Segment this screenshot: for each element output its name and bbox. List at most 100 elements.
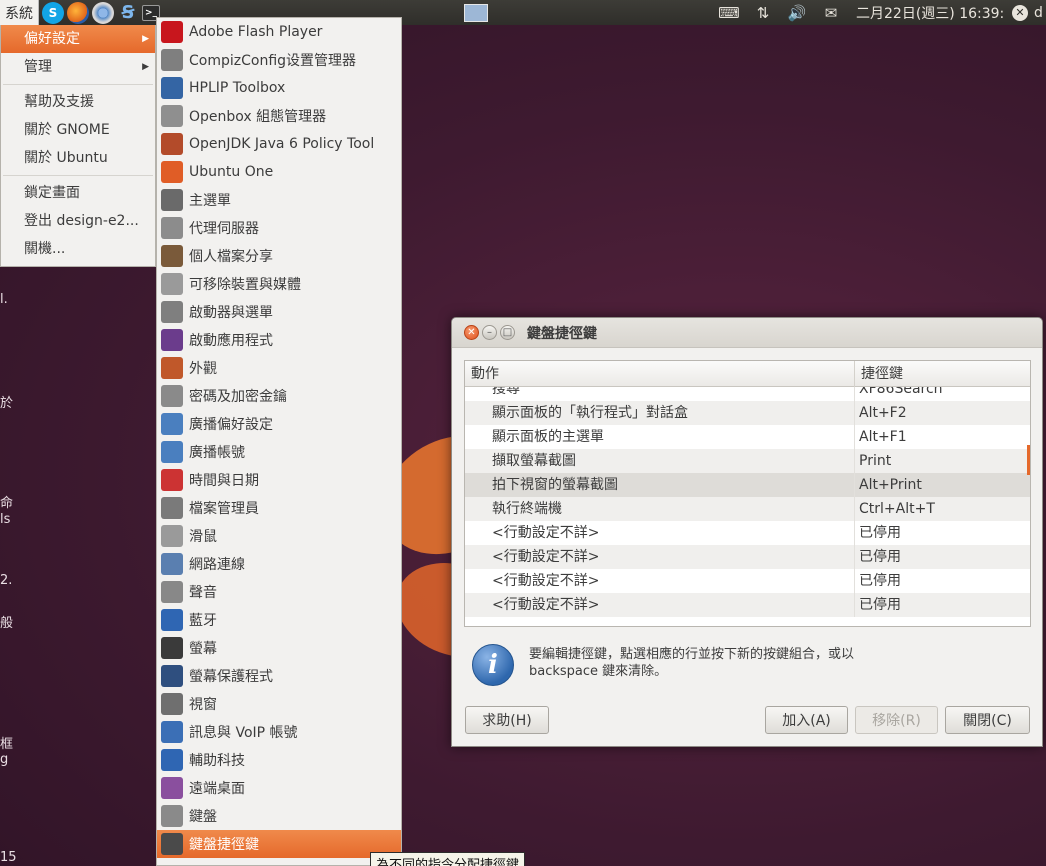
- network-indicator-icon[interactable]: ⇅: [746, 0, 780, 25]
- mail-icon[interactable]: ✉: [814, 0, 848, 25]
- pref-menu-item[interactable]: 遠端桌面: [157, 774, 401, 802]
- table-row[interactable]: 顯示面板的主選單 Alt+F1: [465, 425, 1030, 449]
- menu-item-about-gnome[interactable]: 關於 GNOME: [1, 116, 155, 144]
- pref-menu-item[interactable]: 外觀: [157, 354, 401, 382]
- desktop-text: 於: [0, 396, 14, 411]
- table-body[interactable]: 搜尋 XF86Search 顯示面板的「執行程式」對話盒 Alt+F2 顯示面板的主選單…: [465, 387, 1030, 626]
- workspace-switcher-icon[interactable]: [464, 4, 488, 22]
- column-header-shortcut[interactable]: 捷徑鍵: [855, 361, 1030, 387]
- close-window-icon[interactable]: ✕: [464, 325, 479, 340]
- desktop-text: ls: [0, 512, 11, 527]
- pref-menu-item[interactable]: 廣播偏好設定: [157, 410, 401, 438]
- pref-menu-item-label: 代理伺服器: [189, 221, 259, 237]
- menu-item-about-ubuntu[interactable]: 關於 Ubuntu: [1, 144, 155, 172]
- session-icon: ✕: [1012, 4, 1028, 21]
- pref-menu-item[interactable]: 密碼及加密金鑰: [157, 382, 401, 410]
- table-row[interactable]: <行動設定不詳> 已停用: [465, 545, 1030, 569]
- pref-menu-item[interactable]: 時間與日期: [157, 466, 401, 494]
- add-button[interactable]: 加入(A): [765, 706, 848, 734]
- pref-menu-item[interactable]: 鍵盤捷徑鍵: [157, 830, 401, 858]
- pref-menu-item[interactable]: 視窗: [157, 690, 401, 718]
- pref-menu-item[interactable]: 主選單: [157, 186, 401, 214]
- pref-menu-item[interactable]: 檔案管理員: [157, 494, 401, 522]
- mouse-icon: [161, 525, 183, 547]
- menu-item-lock-screen[interactable]: 鎖定畫面: [1, 179, 155, 207]
- remove-button[interactable]: 移除(R): [855, 706, 938, 734]
- dialog-title: 鍵盤捷徑鍵: [527, 325, 597, 342]
- pref-menu-item[interactable]: 啟動應用程式: [157, 326, 401, 354]
- table-row[interactable]: 擷取螢幕截圖 Print: [465, 449, 1030, 473]
- volume-icon[interactable]: 🔊: [780, 0, 814, 25]
- pref-menu-item[interactable]: 可移除裝置與媒體: [157, 270, 401, 298]
- pref-menu-item[interactable]: 滑鼠: [157, 522, 401, 550]
- keyboard-indicator-icon[interactable]: ⌨: [712, 0, 746, 25]
- table-row[interactable]: <行動設定不詳> 已停用: [465, 569, 1030, 593]
- pref-menu-item[interactable]: 藍牙: [157, 606, 401, 634]
- pref-menu-item[interactable]: Openbox 組態管理器: [157, 102, 401, 130]
- pref-menu-item[interactable]: 螢幕保護程式: [157, 662, 401, 690]
- pref-menu-item[interactable]: 廣播帳號: [157, 438, 401, 466]
- desktop-text: 15: [0, 850, 17, 865]
- pref-menu-item-label: 外觀: [189, 361, 217, 377]
- pref-menu-item-label: 遠端桌面: [189, 781, 245, 797]
- broadcast-prefs-icon: [161, 413, 183, 435]
- menu-separator: [3, 84, 153, 85]
- menu-item-shutdown[interactable]: 關機...: [1, 235, 155, 263]
- pref-menu-item[interactable]: 輔助科技: [157, 746, 401, 774]
- pref-menu-item[interactable]: HPLIP Toolbox: [157, 74, 401, 102]
- pref-menu-item[interactable]: Adobe Flash Player: [157, 18, 401, 46]
- session-indicator[interactable]: ✕ d: [1012, 0, 1043, 25]
- menu-item-preferences[interactable]: 偏好設定 ▶: [1, 25, 155, 53]
- pref-menu-item-label: 鍵盤: [189, 809, 217, 825]
- shortcut-cell: Alt+Print: [859, 477, 922, 493]
- system-menu: 偏好設定 ▶ 管理 ▶ 幫助及支援 關於 GNOME 關於 Ubuntu 鎖定畫…: [0, 25, 156, 267]
- pref-menu-item-label: 主選單: [189, 193, 231, 209]
- menu-item-administration[interactable]: 管理 ▶: [1, 53, 155, 81]
- action-cell: 顯示面板的「執行程式」對話盒: [465, 401, 855, 425]
- appearance-icon: [161, 357, 183, 379]
- pref-menu-item[interactable]: 個人檔案分享: [157, 242, 401, 270]
- pref-menu-item[interactable]: 網路連線: [157, 550, 401, 578]
- info-icon: i: [472, 644, 514, 686]
- maximize-window-icon[interactable]: □: [500, 325, 515, 340]
- pref-menu-item[interactable]: 螢幕: [157, 634, 401, 662]
- menu-item-help[interactable]: 幫助及支援: [1, 88, 155, 116]
- pref-menu-item[interactable]: OpenJDK Java 6 Policy Tool: [157, 130, 401, 158]
- column-header-action[interactable]: 動作: [465, 361, 855, 387]
- pref-menu-item[interactable]: Ubuntu One: [157, 158, 401, 186]
- table-row[interactable]: 執行終端機 Ctrl+Alt+T: [465, 497, 1030, 521]
- shortcut-cell: Alt+F1: [859, 429, 907, 445]
- shortcut-cell: Ctrl+Alt+T: [859, 501, 935, 517]
- pref-menu-item[interactable]: 訊息與 VoIP 帳號: [157, 718, 401, 746]
- shortcut-cell: 已停用: [859, 597, 901, 613]
- table-row[interactable]: <行動設定不詳> 已停用: [465, 593, 1030, 617]
- table-row[interactable]: 搜尋 XF86Search: [465, 387, 1030, 401]
- minimize-window-icon[interactable]: –: [482, 325, 497, 340]
- pref-menu-item[interactable]: 啟動器與選單: [157, 298, 401, 326]
- keys-icon: [161, 385, 183, 407]
- action-cell: <行動設定不詳>: [465, 521, 855, 545]
- table-row[interactable]: 顯示面板的「執行程式」對話盒 Alt+F2: [465, 401, 1030, 425]
- menu-item-logout[interactable]: 登出 design-e2...: [1, 207, 155, 235]
- skype-icon[interactable]: S: [42, 1, 64, 24]
- user-name: d: [1034, 4, 1043, 21]
- scrollbar[interactable]: [1027, 445, 1030, 475]
- chromium-icon[interactable]: [92, 1, 114, 24]
- system-menu-button[interactable]: 系統: [0, 0, 39, 25]
- network-icon: [161, 553, 183, 575]
- help-button[interactable]: 求助(H): [465, 706, 549, 734]
- panel-clock[interactable]: 二月22日(週三) 16:39:: [856, 3, 1004, 23]
- close-button[interactable]: 關閉(C): [945, 706, 1030, 734]
- table-row[interactable]: <行動設定不詳> 已停用: [465, 521, 1030, 545]
- firefox-icon[interactable]: [67, 1, 89, 24]
- pref-menu-item[interactable]: 代理伺服器: [157, 214, 401, 242]
- pref-menu-item[interactable]: 聲音: [157, 578, 401, 606]
- title-bar[interactable]: ✕ – □ 鍵盤捷徑鍵: [452, 318, 1042, 348]
- pref-menu-item-label: 視窗: [189, 697, 217, 713]
- app-launcher-icon[interactable]: Ꞩ: [117, 2, 139, 24]
- table-row[interactable]: 拍下視窗的螢幕截圖 Alt+Print: [465, 473, 1030, 497]
- pref-menu-item[interactable]: 鍵盤: [157, 802, 401, 830]
- action-cell: <行動設定不詳>: [465, 569, 855, 593]
- pref-menu-item[interactable]: CompizConfig设置管理器: [157, 46, 401, 74]
- display-icon: [161, 637, 183, 659]
